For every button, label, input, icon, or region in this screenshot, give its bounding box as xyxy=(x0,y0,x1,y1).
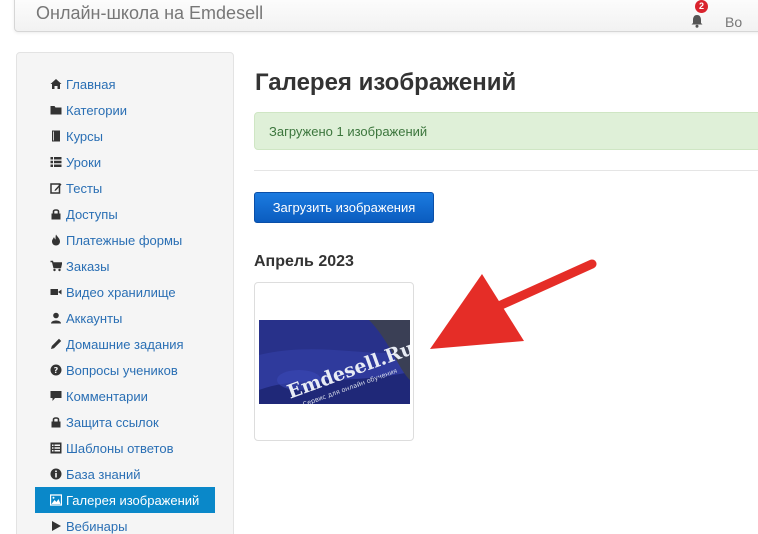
sidebar-item-label: Тесты xyxy=(66,180,103,196)
picture-icon xyxy=(50,494,62,506)
sidebar-item-accounts[interactable]: Аккаунты xyxy=(35,305,215,331)
sidebar-item-payment-forms[interactable]: Платежные формы xyxy=(35,227,215,253)
sidebar-item-student-questions[interactable]: ? Вопросы учеников xyxy=(35,357,215,383)
folder-icon xyxy=(50,106,62,115)
cart-icon xyxy=(50,260,62,272)
sidebar-item-knowledge-base[interactable]: База знаний xyxy=(35,461,215,487)
home-icon xyxy=(50,79,62,89)
sidebar-item-label: Видео хранилище xyxy=(66,284,176,300)
success-alert: Загружено 1 изображений xyxy=(254,112,758,150)
lock-icon xyxy=(51,209,61,220)
sidebar-item-label: Защита ссылок xyxy=(66,414,159,430)
sidebar-item-label: Шаблоны ответов xyxy=(66,440,174,456)
sidebar-item-link-protection[interactable]: Защита ссылок xyxy=(35,409,215,435)
sidebar-item-categories[interactable]: Категории xyxy=(35,97,215,123)
sidebar-item-image-gallery[interactable]: Галерея изображений xyxy=(35,487,215,513)
svg-text:?: ? xyxy=(54,366,59,375)
comment-icon xyxy=(50,391,62,401)
sidebar-item-label: Доступы xyxy=(66,206,118,222)
sidebar-item-answer-templates[interactable]: Шаблоны ответов xyxy=(35,435,215,461)
list-alt-icon xyxy=(50,442,62,454)
sidebar-item-label: Комментарии xyxy=(66,388,148,404)
book-icon xyxy=(52,130,60,142)
month-heading: Апрель 2023 xyxy=(254,253,354,270)
annotation-arrow xyxy=(430,259,597,349)
sidebar-item-label: База знаний xyxy=(66,466,141,482)
divider xyxy=(254,170,758,171)
video-icon xyxy=(50,289,62,295)
brand-title[interactable]: Онлайн-школа на Emdesell xyxy=(36,3,263,24)
upload-images-button[interactable]: Загрузить изображения xyxy=(254,192,434,223)
sidebar-item-lessons[interactable]: Уроки xyxy=(35,149,215,175)
user-menu[interactable]: Во xyxy=(725,14,742,30)
lock-icon xyxy=(51,417,61,428)
sidebar-item-label: Уроки xyxy=(66,154,102,170)
sidebar-item-tests[interactable]: Тесты xyxy=(35,175,215,201)
sidebar-item-comments[interactable]: Комментарии xyxy=(35,383,215,409)
sidebar: Главная Категории Курсы Уроки Тесты Дост… xyxy=(16,52,234,534)
sidebar-item-homework[interactable]: Домашние задания xyxy=(35,331,215,357)
question-icon: ? xyxy=(50,364,62,376)
alert-text: Загружено 1 изображений xyxy=(269,124,428,139)
fire-icon xyxy=(52,234,60,246)
sidebar-item-label: Вопросы учеников xyxy=(66,362,178,378)
pencil-icon xyxy=(51,338,62,349)
sidebar-item-label: Платежные формы xyxy=(66,232,183,248)
sidebar-item-courses[interactable]: Курсы xyxy=(35,123,215,149)
play-icon xyxy=(52,521,61,531)
sidebar-item-video-storage[interactable]: Видео хранилище xyxy=(35,279,215,305)
top-navbar: Онлайн-школа на Emdesell xyxy=(14,0,758,32)
page-title: Галерея изображений xyxy=(255,69,517,96)
sidebar-item-home[interactable]: Главная xyxy=(35,71,215,97)
sidebar-item-label: Курсы xyxy=(66,128,104,144)
sidebar-item-orders[interactable]: Заказы xyxy=(35,253,215,279)
sidebar-item-label: Заказы xyxy=(66,258,110,274)
list-icon xyxy=(50,157,62,167)
edit-icon xyxy=(50,183,62,194)
gallery-image: Emdesell.Ru Сервис для онлайн обучения xyxy=(259,320,410,404)
sidebar-item-label: Категории xyxy=(66,102,127,118)
info-icon xyxy=(50,468,62,480)
sidebar-item-label: Домашние задания xyxy=(66,336,184,352)
sidebar-item-label: Вебинары xyxy=(66,518,128,534)
sidebar-item-webinars[interactable]: Вебинары xyxy=(35,513,215,534)
bell-icon[interactable] xyxy=(690,14,704,28)
sidebar-item-label: Главная xyxy=(66,76,116,92)
user-icon xyxy=(51,312,61,324)
notification-badge: 2 xyxy=(695,0,708,13)
sidebar-item-label: Аккаунты xyxy=(66,310,123,326)
gallery-thumbnail[interactable]: Emdesell.Ru Сервис для онлайн обучения xyxy=(254,282,414,441)
sidebar-item-access[interactable]: Доступы xyxy=(35,201,215,227)
sidebar-item-label: Галерея изображений xyxy=(66,492,200,508)
